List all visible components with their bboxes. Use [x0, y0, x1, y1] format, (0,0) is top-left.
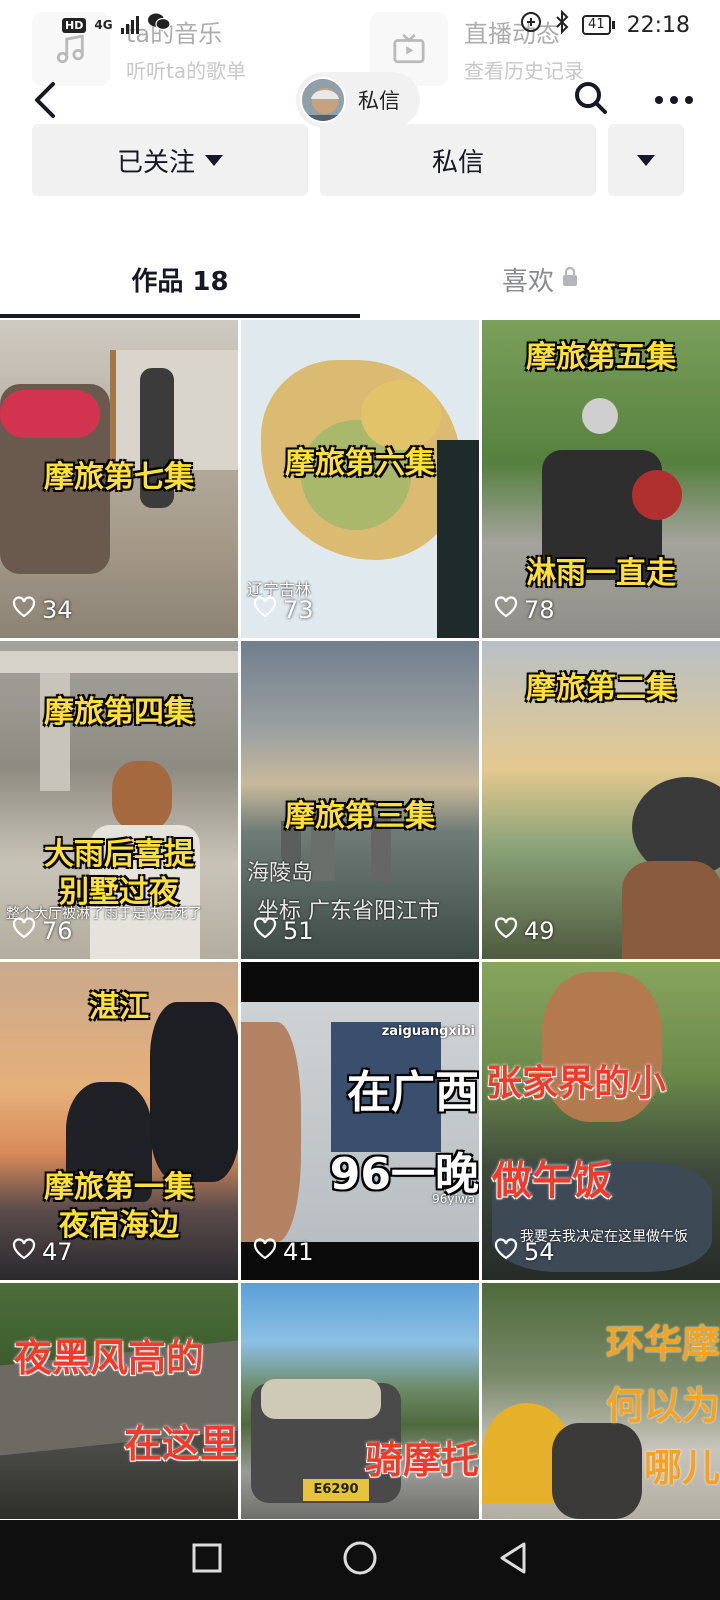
video-thumbnail[interactable]: 摩旅第六集 辽宁吉林 73	[241, 320, 479, 638]
video-overlay-text: zaiguangxibi	[381, 1024, 475, 1039]
like-count-value: 73	[283, 596, 314, 624]
lock-icon	[562, 264, 578, 294]
back-nav-icon[interactable]	[496, 1540, 530, 1580]
heart-icon	[253, 1238, 277, 1266]
clock: 22:18	[626, 12, 690, 38]
video-caption: 骑摩托	[364, 1438, 479, 1482]
system-nav-bar	[0, 1520, 720, 1600]
like-count-value: 54	[524, 1238, 555, 1266]
like-count-value: 49	[524, 917, 555, 945]
top-nav: 私信	[0, 62, 720, 138]
video-caption: 摩旅第七集	[44, 460, 194, 495]
heart-icon	[253, 917, 277, 945]
following-button-label: 已关注	[116, 147, 195, 178]
video-caption: 在广西	[347, 1067, 479, 1118]
video-overlay-text-2: 96yiwa	[432, 1192, 475, 1206]
heart-icon	[494, 596, 518, 624]
heart-icon	[12, 1238, 36, 1266]
like-count: 34	[12, 596, 73, 624]
video-thumbnail[interactable]: 湛江 摩旅第一集 夜宿海边 47	[0, 962, 238, 1280]
chevron-down-icon	[205, 154, 223, 166]
search-icon[interactable]	[574, 81, 608, 119]
video-caption: 湛江	[89, 990, 149, 1025]
like-count: 51	[253, 917, 314, 945]
video-thumbnail[interactable]: zaiguangxibi 在广西 96一晚 96yiwa 41	[241, 962, 479, 1280]
video-caption: 摩旅第六集	[285, 446, 435, 481]
video-caption: 摩旅第四集	[44, 695, 194, 730]
like-count: 78	[494, 596, 555, 624]
battery-icon: 41	[582, 15, 615, 35]
video-overlay-text: 海陵岛	[247, 861, 314, 886]
recents-icon[interactable]	[190, 1541, 224, 1579]
avatar	[300, 77, 346, 123]
network-type: 4G	[94, 18, 113, 32]
like-count-value: 76	[42, 917, 73, 945]
heart-icon	[494, 917, 518, 945]
video-thumbnail[interactable]: 摩旅第二集 49	[482, 641, 720, 959]
video-caption-line2: 做午饭	[492, 1158, 612, 1204]
message-button-label: 私信	[431, 147, 484, 178]
video-thumbnail[interactable]: 摩旅第五集 淋雨一直走 78	[482, 320, 720, 638]
like-count: 47	[12, 1238, 73, 1266]
heart-icon	[12, 596, 36, 624]
like-count: 76	[12, 917, 73, 945]
battery-level: 41	[582, 15, 611, 35]
message-chip[interactable]: 私信	[296, 72, 420, 128]
video-thumbnail[interactable]: 夜黑风高的 在这里	[0, 1283, 238, 1519]
profile-tabs: 作品 18 喜欢	[0, 238, 720, 320]
back-icon[interactable]	[20, 74, 72, 126]
like-count-value: 34	[42, 596, 73, 624]
video-thumbnail[interactable]: 摩旅第七集 34	[0, 320, 238, 638]
like-count: 54	[494, 1238, 555, 1266]
heart-icon	[12, 917, 36, 945]
tab-likes-label: 喜欢	[501, 266, 554, 297]
video-thumbnail[interactable]: 张家界的小 做午饭 我要去我决定在这里做午饭 54	[482, 962, 720, 1280]
video-caption: 环华摩	[605, 1322, 720, 1366]
video-caption-line2: 淋雨一直走	[526, 556, 676, 591]
tab-works[interactable]: 作品 18	[0, 238, 360, 320]
video-thumbnail[interactable]: E6290 骑摩托	[241, 1283, 479, 1519]
heart-icon	[494, 1238, 518, 1266]
profile-page: ta的音乐 听听ta的歌单 直播动态 查看历史记录 HD 4G 41 22:18…	[0, 0, 720, 1600]
like-count: 49	[494, 917, 555, 945]
tab-works-label: 作品 18	[131, 266, 229, 297]
video-thumbnail[interactable]: 摩旅第三集 海陵岛 坐标 广东省阳江市 51	[241, 641, 479, 959]
video-caption-line2: 在这里	[123, 1422, 238, 1466]
video-caption-line2: 何以为	[605, 1384, 720, 1428]
hd-badge: HD	[62, 17, 87, 33]
video-caption-line3: 哪儿	[643, 1446, 720, 1490]
wechat-icon	[147, 12, 171, 38]
signal-icon	[120, 16, 139, 34]
video-caption: 张家界的小	[486, 1063, 667, 1104]
video-grid: 摩旅第七集 34 摩旅第六集 辽宁吉林 73 摩旅第五集 淋雨一直走 78 摩旅…	[0, 320, 720, 1519]
video-caption: 摩旅第三集	[285, 799, 435, 834]
video-caption: 夜黑风高的	[14, 1336, 205, 1380]
tab-likes[interactable]: 喜欢	[360, 238, 720, 320]
more-icon[interactable]	[654, 91, 694, 110]
home-icon[interactable]	[342, 1540, 378, 1580]
video-caption: 摩旅第二集	[526, 671, 676, 706]
chevron-down-icon	[637, 154, 655, 166]
like-count-value: 51	[283, 917, 314, 945]
like-count: 41	[253, 1238, 314, 1266]
like-count-value: 47	[42, 1238, 73, 1266]
active-tab-indicator	[0, 314, 360, 318]
message-chip-label: 私信	[358, 89, 400, 113]
like-count-value: 78	[524, 596, 555, 624]
like-count: 73	[253, 596, 314, 624]
heart-icon	[253, 596, 277, 624]
nfc-icon	[520, 11, 542, 39]
video-thumbnail[interactable]: 环华摩 何以为 哪儿	[482, 1283, 720, 1519]
video-thumbnail[interactable]: 摩旅第四集 大雨后喜提 别墅过夜 整个大厅被淋了雨于是快活死了 76	[0, 641, 238, 959]
status-bar: HD 4G 41 22:18	[0, 0, 720, 50]
like-count-value: 41	[283, 1238, 314, 1266]
bluetooth-icon	[554, 9, 570, 40]
video-caption: 摩旅第五集	[526, 340, 676, 375]
